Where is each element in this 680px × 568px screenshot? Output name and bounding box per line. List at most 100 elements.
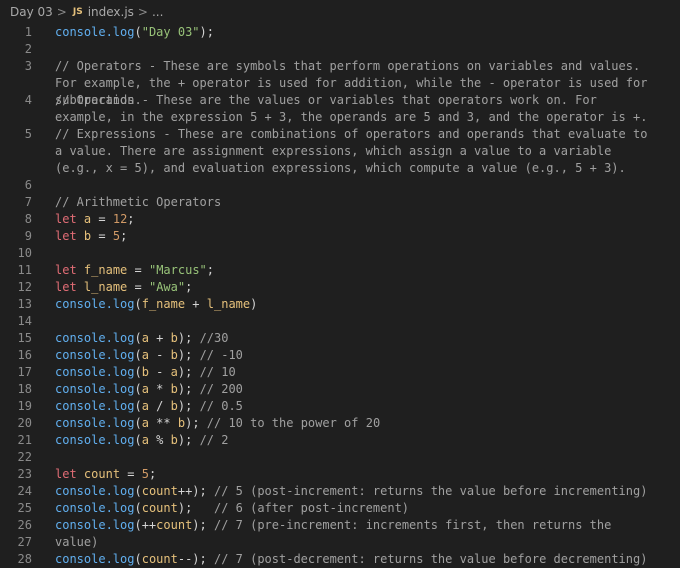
punctuation-token: **: [148, 416, 178, 430]
code-line[interactable]: 6: [0, 177, 680, 194]
identifier-token: l_name: [206, 297, 251, 311]
code-line[interactable]: 24 console.log(count++); // 5 (post-incre…: [0, 483, 680, 500]
code-text: let b = 5;: [32, 228, 655, 245]
code-text: console.log(a - b); // -10: [32, 347, 655, 364]
code-line[interactable]: 4 // Operands - These are the values or v…: [0, 92, 680, 126]
code-line[interactable]: 16 console.log(a - b); // -10: [0, 347, 680, 364]
javascript-file-icon: JS: [72, 7, 83, 17]
line-number: 17: [17, 365, 32, 379]
line-number: 9: [24, 229, 32, 243]
code-line[interactable]: 9 let b = 5;: [0, 228, 680, 245]
identifier-token: a: [170, 365, 178, 379]
line-number: 14: [17, 314, 32, 328]
code-line[interactable]: 8 let a = 12;: [0, 211, 680, 228]
punctuation-token: );: [199, 25, 214, 39]
string-token: "Awa": [148, 280, 186, 294]
comment-token: // 10 to the power of 20: [206, 416, 381, 430]
function-token: console.log: [55, 484, 135, 498]
code-line[interactable]: 18 console.log(a * b); // 200: [0, 381, 680, 398]
code-line[interactable]: 5 // Expressions - These are combinations…: [0, 126, 680, 177]
breadcrumb-symbol[interactable]: ...: [152, 5, 163, 19]
punctuation-token: =: [127, 280, 149, 294]
code-line[interactable]: 10: [0, 245, 680, 262]
code-text: console.log(count--); // 7 (post-decreme…: [32, 551, 655, 568]
code-text: console.log(++count); // 7 (pre-incremen…: [32, 517, 655, 549]
code-line[interactable]: 27: [0, 534, 680, 551]
line-number: 8: [24, 212, 32, 226]
code-line[interactable]: 12 let l_name = "Awa";: [0, 279, 680, 296]
line-number: 2: [24, 42, 32, 56]
code-line[interactable]: 11 let f_name = "Marcus";: [0, 262, 680, 279]
code-line[interactable]: 15 console.log(a + b); //30: [0, 330, 680, 347]
punctuation-token: (: [134, 484, 142, 498]
code-text: let count = 5;: [32, 466, 655, 483]
code-line[interactable]: 19 console.log(a / b); // 0.5: [0, 398, 680, 415]
chevron-right-icon: >: [137, 5, 148, 19]
code-line[interactable]: 3// Operators - These are symbols that p…: [0, 58, 680, 107]
line-number: 20: [17, 416, 32, 430]
identifier-token: l_name: [83, 280, 128, 294]
punctuation-token: (++: [134, 518, 157, 532]
line-number: 12: [17, 280, 32, 294]
code-line[interactable]: 1 console.log("Day 03");: [0, 24, 680, 41]
code-line[interactable]: 25 console.log(count); // 6 (after post-i…: [0, 500, 680, 517]
code-line[interactable]: 17 console.log(b - a); // 10: [0, 364, 680, 381]
code-text: // Expressions - These are combinations …: [32, 126, 655, 177]
code-line[interactable]: 28 console.log(count--); // 7 (post-decre…: [0, 551, 680, 568]
punctuation-token: ;: [148, 467, 157, 481]
punctuation-token: );: [177, 382, 200, 396]
identifier-token: count: [141, 501, 178, 515]
punctuation-token: =: [127, 263, 149, 277]
code-text: console.log(b - a); // 10: [32, 364, 655, 381]
code-text: console.log(a ** b); // 10 to the power …: [32, 415, 655, 432]
punctuation-token: (: [134, 501, 142, 515]
breadcrumb-file[interactable]: index.js: [88, 5, 134, 19]
identifier-token: b: [177, 416, 186, 430]
code-line[interactable]: 14: [0, 313, 680, 330]
comment-token: // Operands - These are the values or va…: [55, 93, 648, 124]
function-token: console.log: [55, 518, 135, 532]
line-number: 28: [17, 552, 32, 566]
punctuation-token: [77, 229, 84, 243]
line-number: 18: [17, 382, 32, 396]
line-number: 16: [17, 348, 32, 362]
punctuation-token: =: [91, 229, 113, 243]
code-text: let f_name = "Marcus";: [32, 262, 655, 279]
comment-token: // 6 (after post-increment): [213, 501, 410, 515]
punctuation-token: );: [177, 399, 200, 413]
line-number: 1: [24, 25, 32, 39]
comment-token: // 0.5: [199, 399, 243, 413]
punctuation-token: (: [134, 365, 142, 379]
breadcrumb-folder[interactable]: Day 03: [10, 5, 53, 19]
code-text: console.log(count); // 6 (after post-inc…: [32, 500, 655, 517]
punctuation-token: --);: [177, 552, 214, 566]
code-line[interactable]: 21 console.log(a % b); // 2: [0, 432, 680, 449]
code-line[interactable]: 20 console.log(a ** b); // 10 to the powe…: [0, 415, 680, 432]
line-number: 6: [24, 178, 32, 192]
identifier-token: count: [156, 518, 193, 532]
punctuation-token: ;: [127, 212, 135, 226]
keyword-token: let: [55, 467, 77, 481]
code-text: // Operators - These are symbols that pe…: [32, 58, 655, 107]
code-line[interactable]: 7 // Arithmetic Operators: [0, 194, 680, 211]
punctuation-token: ;: [206, 263, 214, 277]
code-line[interactable]: 2: [0, 41, 680, 58]
keyword-token: let: [55, 263, 77, 277]
code-line[interactable]: 22: [0, 449, 680, 466]
line-number: 15: [17, 331, 32, 345]
number-token: 12: [112, 212, 128, 226]
comment-token: // Expressions - These are combinations …: [55, 127, 655, 175]
punctuation-token: (: [134, 433, 142, 447]
punctuation-token: /: [148, 399, 171, 413]
identifier-token: a: [141, 331, 149, 345]
comment-token: // 5 (post-increment: returns the value …: [213, 484, 648, 498]
punctuation-token: [77, 212, 84, 226]
code-line[interactable]: 23 let count = 5;: [0, 466, 680, 483]
punctuation-token: );: [177, 331, 200, 345]
identifier-token: count: [141, 484, 178, 498]
punctuation-token: );: [192, 518, 214, 532]
code-editor[interactable]: 1 console.log("Day 03"); 2 3// Operators - …: [0, 24, 680, 568]
code-line[interactable]: 13 console.log(f_name + l_name): [0, 296, 680, 313]
code-line[interactable]: 26 console.log(++count); // 7 (pre-increm…: [0, 517, 680, 549]
